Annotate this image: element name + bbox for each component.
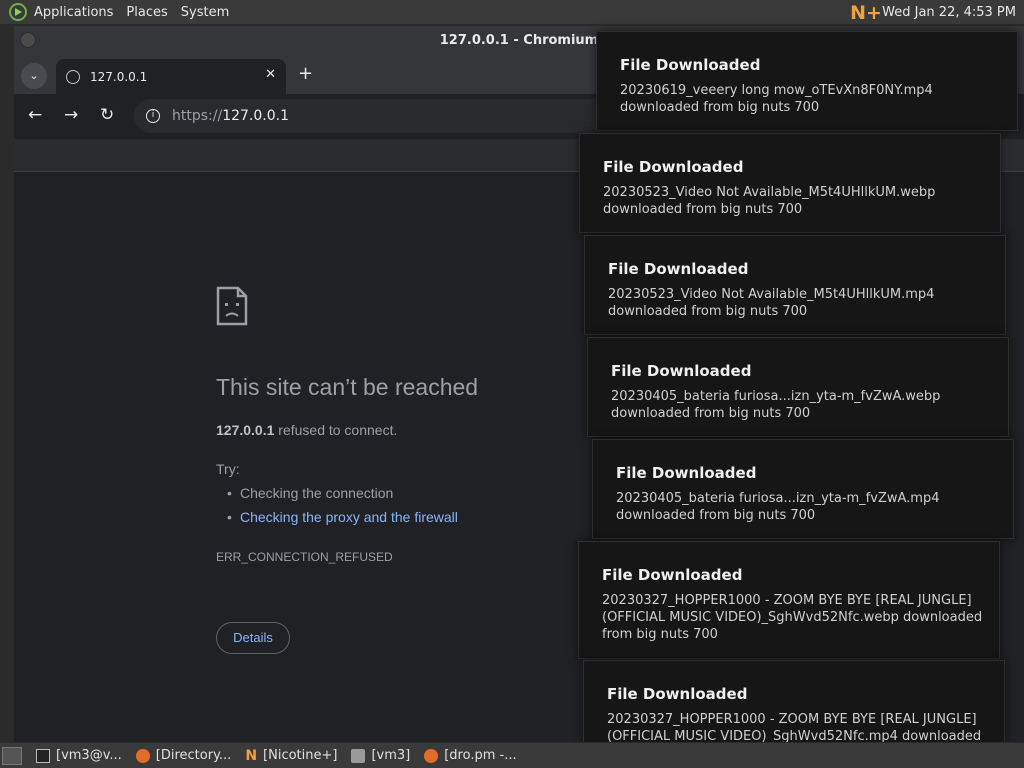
error-code: ERR_CONNECTION_REFUSED bbox=[216, 550, 393, 564]
error-message: 127.0.0.1 refused to connect. bbox=[216, 422, 397, 438]
url-scheme: https:// bbox=[172, 108, 223, 124]
distro-logo-icon[interactable] bbox=[9, 3, 27, 21]
terminal-icon bbox=[36, 748, 50, 763]
folder-icon bbox=[351, 748, 366, 763]
try-label: Try: bbox=[216, 461, 240, 477]
tab-active[interactable]: 127.0.0.1 ✕ bbox=[56, 59, 286, 94]
notification[interactable]: File Downloaded 20230327_HOPPER1000 - ZO… bbox=[578, 541, 1000, 659]
back-arrow-icon[interactable]: ← bbox=[28, 105, 42, 125]
tab-title: 127.0.0.1 bbox=[90, 69, 148, 84]
site-info-icon[interactable]: i bbox=[146, 109, 160, 123]
notification-body: 20230405_bateria furiosa...izn_yta-m_fvZ… bbox=[616, 491, 940, 523]
notification-title: File Downloaded bbox=[602, 566, 743, 584]
nicotine-tray-icon[interactable]: N+ bbox=[850, 2, 882, 24]
taskbar-item-nicotine[interactable]: N [Nicotine+] bbox=[239, 745, 343, 767]
url-host: 127.0.0.1 bbox=[222, 108, 289, 124]
new-tab-button[interactable]: + bbox=[298, 63, 313, 84]
nicotine-icon: N bbox=[245, 747, 258, 764]
taskbar-item-dropm[interactable]: [dro.pm -... bbox=[418, 745, 522, 767]
notification-body: 20230327_HOPPER1000 - ZOOM BYE BYE [REAL… bbox=[602, 593, 983, 642]
taskbar-item-label: [Directory... bbox=[155, 748, 232, 763]
notification-title: File Downloaded bbox=[608, 260, 749, 278]
taskbar-item-directory[interactable]: [Directory... bbox=[130, 745, 238, 767]
notification-title: File Downloaded bbox=[603, 158, 744, 176]
notification-title: File Downloaded bbox=[611, 362, 752, 380]
suggestion-check-connection: Checking the connection bbox=[227, 485, 393, 501]
desktop: Applications Places System N+ Wed Jan 22… bbox=[0, 0, 1024, 768]
notification[interactable]: File Downloaded 20230523_Video Not Avail… bbox=[579, 133, 1001, 233]
taskbar-item-label: [Nicotine+] bbox=[263, 748, 338, 763]
forward-arrow-icon[interactable]: → bbox=[64, 105, 78, 125]
notification-title: File Downloaded bbox=[620, 56, 761, 74]
taskbar-item-label: [vm3] bbox=[371, 748, 411, 763]
details-button[interactable]: Details bbox=[216, 622, 290, 654]
error-message-suffix: refused to connect. bbox=[274, 422, 398, 438]
notification[interactable]: File Downloaded 20230523_Video Not Avail… bbox=[584, 235, 1006, 335]
system-menu[interactable]: System bbox=[181, 5, 229, 20]
notification[interactable]: File Downloaded 20230405_bateria furiosa… bbox=[587, 337, 1009, 437]
notification-title: File Downloaded bbox=[607, 685, 748, 703]
window-title: 127.0.0.1 - Chromium bbox=[439, 33, 599, 48]
notification-title: File Downloaded bbox=[616, 464, 757, 482]
notification-body: 20230405_bateria furiosa...izn_yta-m_fvZ… bbox=[611, 389, 941, 421]
top-panel: Applications Places System N+ Wed Jan 22… bbox=[0, 0, 1024, 25]
firefox-icon bbox=[135, 748, 150, 763]
notification[interactable]: File Downloaded 20230405_bateria furiosa… bbox=[592, 439, 1014, 539]
notification-body: 20230523_Video Not Available_M5t4UHllkUM… bbox=[608, 287, 935, 319]
notification-body: 20230523_Video Not Available_M5t4UHllkUM… bbox=[603, 185, 936, 217]
taskbar-item-terminal[interactable]: [vm3@v... bbox=[30, 745, 128, 767]
window-menu-icon[interactable] bbox=[20, 32, 36, 48]
places-menu[interactable]: Places bbox=[126, 5, 167, 20]
taskbar-item-vm3[interactable]: [vm3] bbox=[345, 745, 416, 767]
close-icon[interactable]: ✕ bbox=[265, 67, 276, 82]
notification-body: 20230619_veeery long mow_oTEvXn8F0NY.mp4… bbox=[620, 83, 933, 115]
chevron-down-icon: ⌄ bbox=[29, 69, 39, 82]
sad-page-icon bbox=[216, 286, 248, 326]
taskbar-item-label: [vm3@v... bbox=[56, 748, 122, 763]
error-title: This site can’t be reached bbox=[216, 374, 479, 400]
firefox-icon bbox=[424, 748, 439, 763]
notification[interactable]: File Downloaded 20230619_veeery long mow… bbox=[596, 31, 1018, 131]
applications-menu[interactable]: Applications bbox=[34, 5, 113, 20]
taskbar-item-label: [dro.pm -... bbox=[444, 748, 517, 763]
panel-clock[interactable]: Wed Jan 22, 4:53 PM bbox=[882, 5, 1016, 20]
show-desktop-icon[interactable] bbox=[2, 746, 22, 765]
globe-icon bbox=[66, 69, 80, 84]
tab-search-button[interactable]: ⌄ bbox=[21, 63, 47, 89]
error-host: 127.0.0.1 bbox=[216, 422, 275, 438]
suggestion-check-proxy-link[interactable]: Checking the proxy and the firewall bbox=[227, 509, 458, 525]
reload-icon[interactable]: ↻ bbox=[100, 105, 114, 125]
bottom-taskbar: [vm3@v... [Directory... N [Nicotine+] [v… bbox=[0, 742, 1024, 768]
